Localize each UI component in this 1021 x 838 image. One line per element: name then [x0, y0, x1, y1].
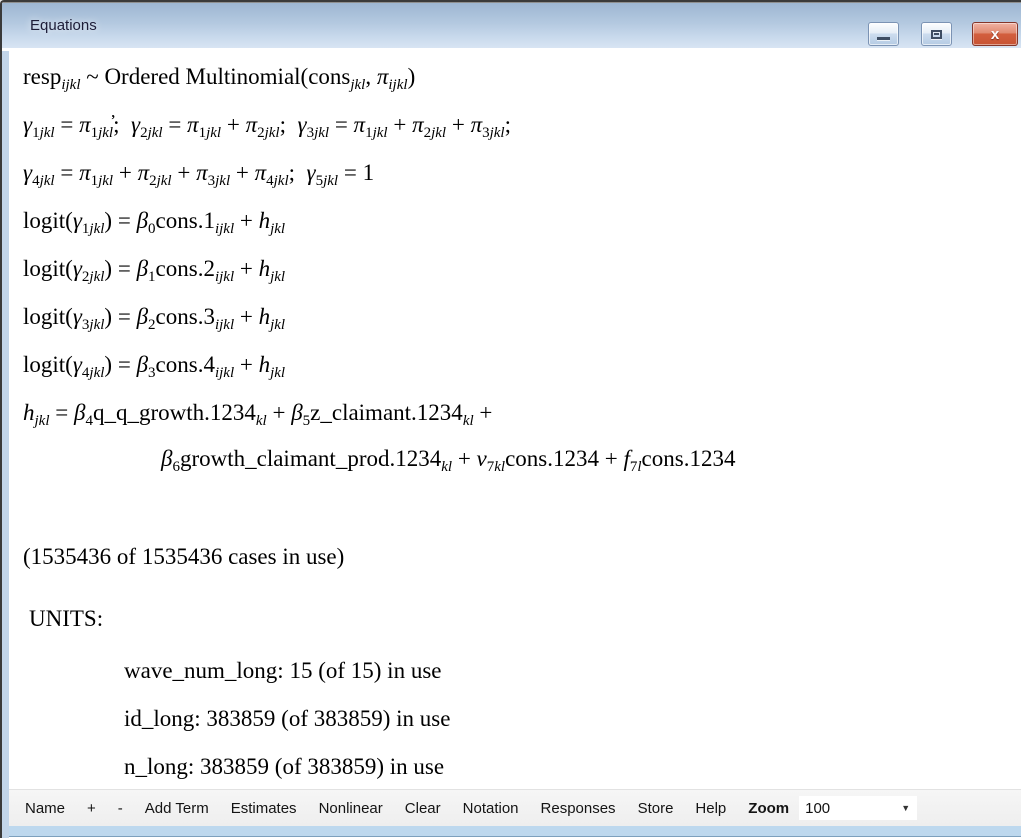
restore-button[interactable]	[921, 22, 952, 46]
minimize-icon	[877, 37, 890, 40]
zoom-label: Zoom	[737, 800, 795, 817]
info-line: UNITS:	[9, 601, 1021, 637]
equation-area: respijkl ~ Ordered Multinomial(consjkl, …	[9, 48, 1021, 789]
equation-line[interactable]: γ1jkl = π1jkl҆; γ2jkl = π1jkl + π2jkl; γ…	[9, 107, 1021, 143]
equation-line[interactable]: hjkl = β4q_q_growth.1234kl + β5z_claiman…	[9, 395, 1021, 431]
toolbar-button-notation[interactable]: Notation	[452, 800, 530, 817]
restore-icon	[931, 30, 942, 39]
equation-line[interactable]: respijkl ~ Ordered Multinomial(consjkl, …	[9, 59, 1021, 95]
toolbar-button-store[interactable]: Store	[627, 800, 685, 817]
toolbar-button-[interactable]: -	[107, 800, 134, 817]
units-line: id_long: 383859 (of 383859) in use	[9, 701, 1021, 737]
equation-line[interactable]: β6growth_claimant_prod.1234kl + v7klcons…	[9, 441, 1021, 477]
close-button[interactable]: x	[972, 22, 1018, 46]
equations-window: Equations x respijkl ~ Ordered Multinomi…	[0, 0, 1021, 838]
equation-line[interactable]: logit(γ1jkl) = β0cons.1ijkl + hjkl	[9, 203, 1021, 239]
equation-line[interactable]: logit(γ4jkl) = β3cons.4ijkl + hjkl	[9, 347, 1021, 383]
toolbar-buttons: Name+-Add TermEstimatesNonlinearClearNot…	[9, 800, 737, 817]
minimize-button[interactable]	[868, 22, 899, 46]
equations-toolbar: Name+-Add TermEstimatesNonlinearClearNot…	[9, 789, 1021, 826]
window-frame-left	[2, 51, 9, 838]
equation-line[interactable]: logit(γ3jkl) = β2cons.3ijkl + hjkl	[9, 299, 1021, 335]
zoom-select[interactable]: 100 ▼	[799, 796, 917, 820]
window-frame-bottom	[9, 826, 1021, 837]
zoom-value: 100	[805, 800, 830, 817]
info-line: (1535436 of 1535436 cases in use)	[9, 539, 1021, 575]
toolbar-button-estimates[interactable]: Estimates	[220, 800, 308, 817]
window-title: Equations	[30, 17, 97, 34]
title-bar[interactable]: Equations x	[2, 2, 1021, 48]
units-line: wave_num_long: 15 (of 15) in use	[9, 653, 1021, 689]
equation-line[interactable]: γ4jkl = π1jkl + π2jkl + π3jkl + π4jkl; γ…	[9, 155, 1021, 191]
toolbar-button-nonlinear[interactable]: Nonlinear	[308, 800, 394, 817]
equation-line[interactable]: logit(γ2jkl) = β1cons.2ijkl + hjkl	[9, 251, 1021, 287]
chevron-down-icon: ▼	[901, 803, 910, 813]
units-line: n_long: 383859 (of 383859) in use	[9, 749, 1021, 785]
toolbar-button-add-term[interactable]: Add Term	[134, 800, 220, 817]
toolbar-button-responses[interactable]: Responses	[530, 800, 627, 817]
toolbar-button-clear[interactable]: Clear	[394, 800, 452, 817]
toolbar-button-name[interactable]: Name	[14, 800, 76, 817]
close-icon: x	[991, 27, 999, 42]
toolbar-button-help[interactable]: Help	[684, 800, 737, 817]
toolbar-button-[interactable]: +	[76, 800, 107, 817]
